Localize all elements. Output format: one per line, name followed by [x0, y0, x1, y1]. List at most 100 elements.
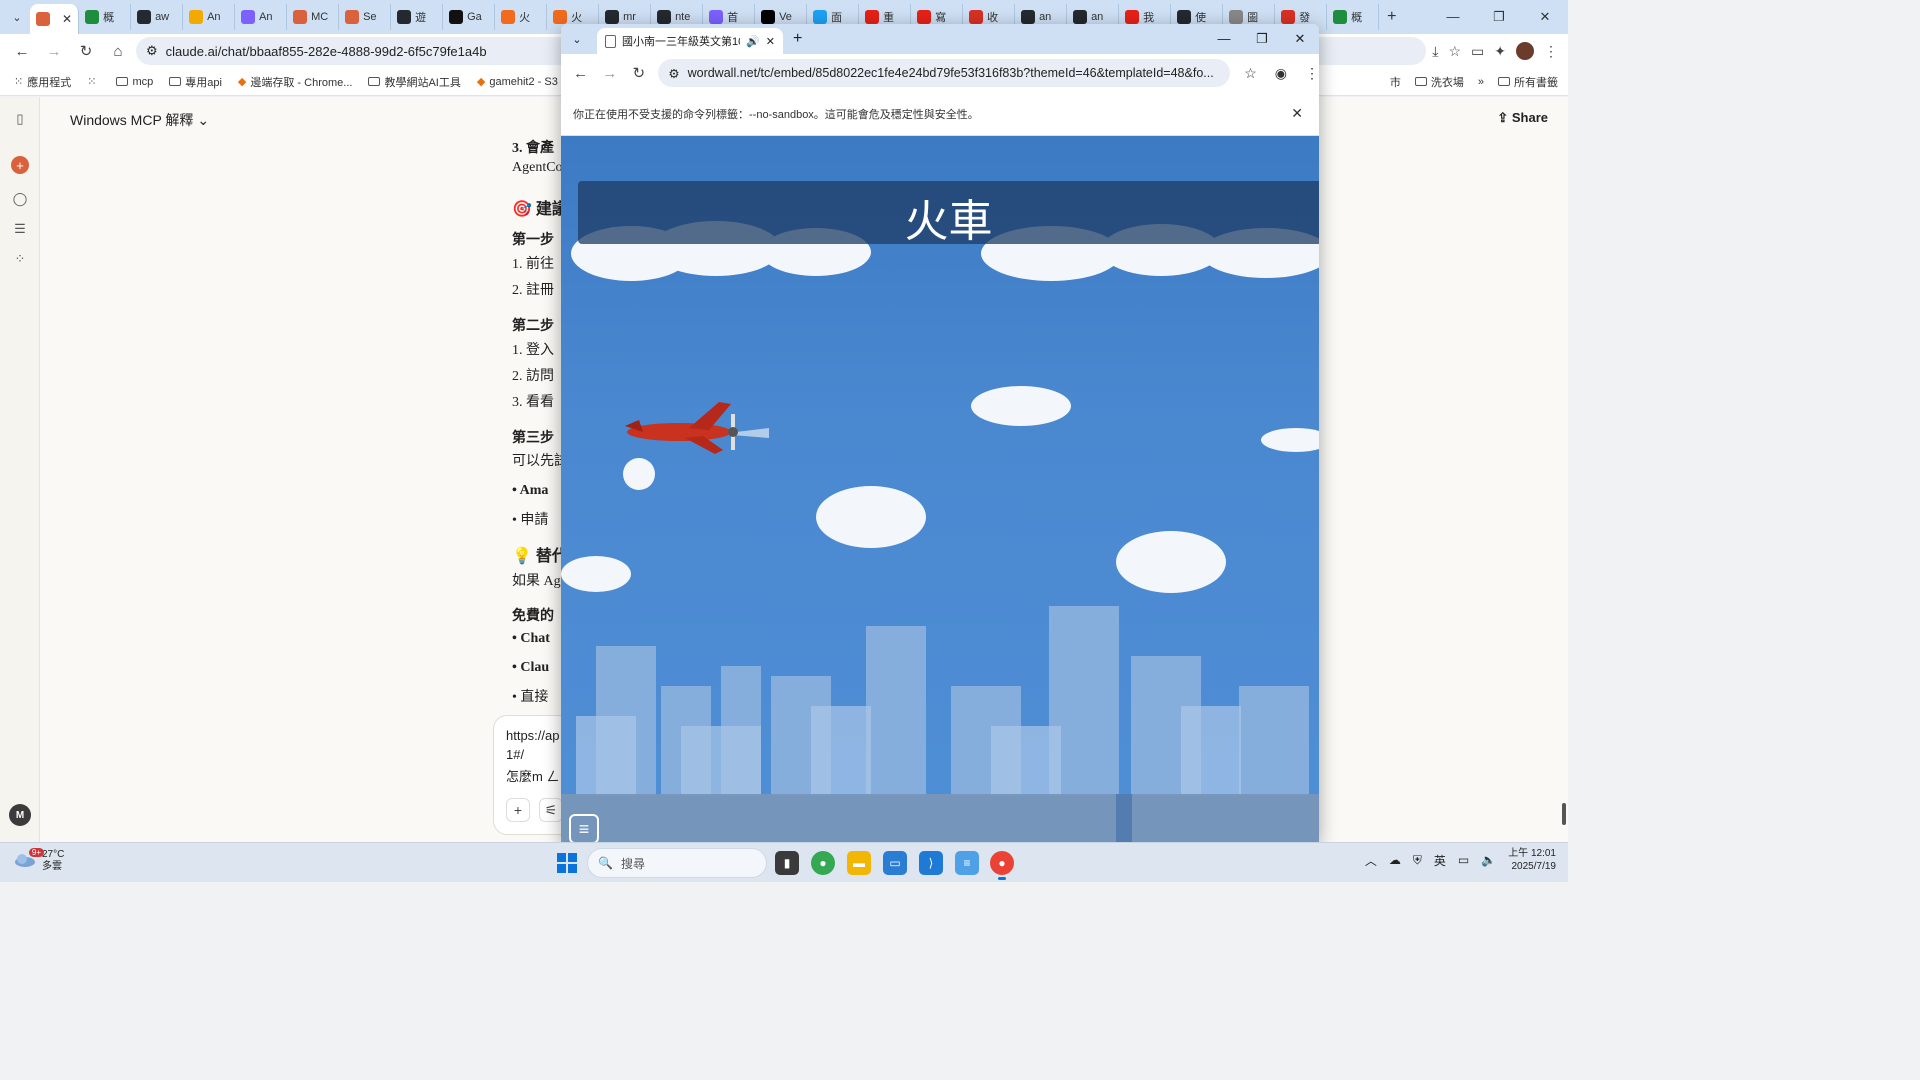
browser-tab[interactable]: aw — [131, 4, 184, 30]
popup-tab[interactable]: 國小南一三年級英文第10課 🔊 ✕ — [597, 28, 783, 54]
bookmark-item[interactable]: 專用api — [169, 74, 222, 90]
bookmark-item[interactable]: ◆ gamehit2 - S3 — [477, 74, 558, 90]
chat-line: • 直接 — [512, 690, 549, 705]
share-button[interactable]: ⇪ Share — [1497, 110, 1548, 126]
network-icon[interactable]: ▭ — [1458, 853, 1469, 867]
cloud[interactable] — [1261, 428, 1319, 452]
tab-favicon-icon — [1229, 10, 1244, 24]
bookmark-item[interactable]: mcp — [116, 74, 153, 90]
bookmark-item[interactable]: ⁙ — [87, 74, 100, 90]
clock[interactable]: 上午 12:01 2025/7/19 — [1508, 847, 1556, 873]
weather-widget[interactable]: 9+ 27°C 多雲 — [14, 848, 64, 873]
reload-icon[interactable]: ↻ — [625, 59, 652, 87]
bookmark-item[interactable]: ⁙ 應用程式 — [14, 74, 71, 90]
remote-desktop-icon[interactable]: ▭ — [883, 851, 907, 875]
cast-icon[interactable]: ▭ — [1471, 43, 1484, 60]
browser-tab[interactable]: Ga — [443, 4, 496, 30]
back-arrow-icon[interactable]: ← — [567, 59, 594, 87]
onedrive-icon[interactable]: ☁ — [1389, 853, 1401, 867]
maximize-button[interactable]: ❐ — [1243, 31, 1281, 47]
minimize-button[interactable]: — — [1430, 9, 1476, 25]
browser-tab[interactable]: An — [183, 4, 236, 30]
profile-icon[interactable]: ◉ — [1275, 65, 1287, 82]
minimize-button[interactable]: — — [1205, 31, 1243, 47]
game-canvas[interactable]: 火車 ≡ — [561, 136, 1319, 842]
home-icon[interactable]: ⌂ — [104, 37, 132, 65]
back-arrow-icon[interactable]: ← — [8, 37, 36, 65]
popup-address-bar[interactable]: ⚙ wordwall.net/tc/embed/85d8022ec1fe4e24… — [658, 59, 1231, 87]
task-view-icon[interactable]: ▮ — [775, 851, 799, 875]
browser-tab[interactable]: ✕ — [30, 4, 80, 34]
chrome-active-icon[interactable]: ● — [990, 851, 1014, 880]
clock-date: 2025/7/19 — [1511, 861, 1557, 872]
security-icon[interactable]: ⛨ — [1413, 853, 1422, 868]
bookmark-folder-laundry[interactable]: 洗衣場 — [1414, 74, 1464, 90]
bookmarks-overflow-button[interactable]: » — [1478, 76, 1484, 88]
new-tab-button[interactable]: + — [793, 30, 802, 48]
scrollbar-thumb[interactable] — [1562, 803, 1566, 825]
chat-title[interactable]: Windows MCP 解釋 ⌄ — [70, 110, 209, 130]
bookmark-item[interactable]: 教學網站AI工具 — [368, 74, 461, 90]
reload-icon[interactable]: ↻ — [72, 37, 100, 65]
cloud[interactable] — [623, 458, 655, 490]
file-explorer-icon[interactable]: ▬ — [847, 851, 871, 875]
volume-icon[interactable]: 🔈 — [1481, 853, 1496, 867]
site-info-icon[interactable]: ⚙ — [146, 43, 158, 59]
bookmark-item[interactable]: ◆ 邊端存取 - Chrome... — [238, 74, 353, 90]
weather-desc: 多雲 — [42, 861, 62, 872]
artifacts-icon[interactable]: ⁘ — [11, 250, 29, 268]
bookmark-label: 邊端存取 - Chrome... — [250, 76, 353, 89]
tools-button[interactable]: ⚟ — [539, 798, 563, 822]
tray-overflow-icon[interactable]: ︿ — [1365, 852, 1377, 869]
site-info-icon[interactable]: ⚙ — [668, 66, 679, 81]
chat-line: 可以先試 — [512, 454, 568, 469]
menu-kebab-icon[interactable]: ⋮ — [1305, 65, 1319, 82]
browser-tab[interactable]: Se — [339, 4, 392, 30]
vscode-icon[interactable]: ⟩ — [919, 851, 943, 875]
tab-label: 圖 — [1247, 12, 1259, 24]
attach-button[interactable]: + — [506, 798, 530, 822]
extensions-icon[interactable]: ✦ — [1494, 43, 1506, 60]
user-avatar[interactable]: M — [9, 804, 31, 826]
cloud[interactable] — [816, 486, 926, 548]
browser-tab[interactable]: 概 — [79, 4, 132, 30]
browser-tab[interactable]: 遊 — [391, 4, 444, 30]
cloud[interactable] — [971, 386, 1071, 426]
start-button[interactable] — [557, 853, 577, 873]
bookmark-star-icon[interactable]: ☆ — [1448, 43, 1461, 60]
maximize-button[interactable]: ❐ — [1476, 9, 1522, 25]
new-tab-button[interactable]: + — [1387, 8, 1396, 26]
browser-tab[interactable]: 火 — [495, 4, 548, 30]
install-app-icon[interactable]: ⤓ — [1432, 43, 1438, 60]
browser-tab[interactable]: MC — [287, 4, 340, 30]
tab-close-icon[interactable]: ✕ — [766, 35, 775, 48]
notepad-icon[interactable]: ≡ — [955, 851, 979, 875]
forward-arrow-icon[interactable]: → — [40, 37, 68, 65]
tab-close-icon[interactable]: ✕ — [62, 12, 72, 26]
forward-arrow-icon[interactable]: → — [596, 59, 623, 87]
sidebar-toggle-icon[interactable]: ▯ — [11, 110, 29, 128]
close-window-button[interactable]: ✕ — [1281, 31, 1319, 47]
menu-kebab-icon[interactable]: ⋮ — [1544, 43, 1558, 60]
chats-icon[interactable]: ◯ — [11, 190, 29, 208]
tab-search-button[interactable]: ⌄ — [4, 5, 30, 29]
folder-icon — [1498, 77, 1510, 86]
tab-search-button[interactable]: ⌄ — [563, 27, 591, 51]
speaker-icon[interactable]: 🔊 — [746, 35, 760, 48]
bookmark-star-icon[interactable]: ☆ — [1244, 65, 1257, 82]
ime-indicator[interactable]: 英 — [1434, 852, 1446, 869]
taskbar-search[interactable]: 🔍 搜尋 — [587, 848, 767, 878]
bookmark-folder-market[interactable]: 市 — [1390, 74, 1401, 90]
chrome-icon[interactable]: ● — [811, 851, 835, 875]
input-line: 怎麼m ㄥ ˙ — [506, 769, 568, 784]
infobar-close-icon[interactable]: ✕ — [1291, 105, 1303, 122]
projects-icon[interactable]: ☰ — [11, 220, 29, 238]
game-word: 火車 — [904, 196, 993, 247]
new-chat-button[interactable]: + — [11, 156, 29, 174]
browser-tab[interactable]: 概 — [1327, 4, 1380, 30]
all-bookmarks-button[interactable]: 所有書籤 — [1498, 74, 1558, 90]
browser-tab[interactable]: An — [235, 4, 288, 30]
close-window-button[interactable]: ✕ — [1522, 9, 1568, 25]
profile-avatar[interactable] — [1516, 42, 1534, 60]
game-menu-button[interactable]: ≡ — [569, 814, 599, 842]
